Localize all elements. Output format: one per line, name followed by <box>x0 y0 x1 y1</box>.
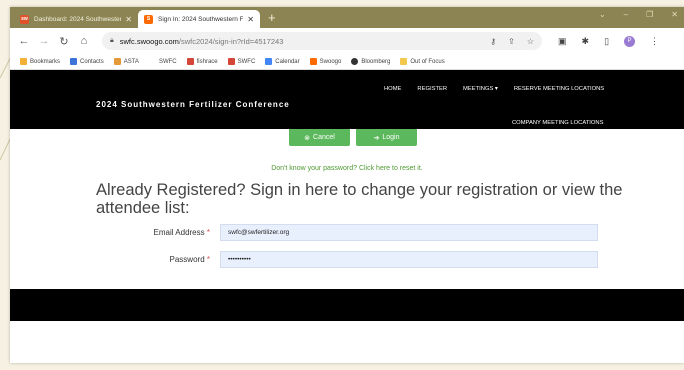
swfc-icon <box>148 58 156 65</box>
url-host: swfc.swoogo.com <box>119 36 179 46</box>
login-icon: ➜ <box>373 134 380 142</box>
window-controls: ⌄ – ❐ ✕ <box>599 10 678 19</box>
bookmark-item[interactable]: Bloomberg <box>351 58 390 65</box>
close-icon[interactable]: ✕ <box>125 15 132 24</box>
browser-window: sw Dashboard: 2024 Southwestern ✕ S Sign… <box>10 7 684 363</box>
password-label: Password * <box>169 255 210 264</box>
address-toolbar: ← → ↻ ⌂ 🔒︎ swfc.swoogo.com/swfc2024/sign… <box>10 28 684 54</box>
restore-icon[interactable]: ❐ <box>646 10 653 19</box>
site-title[interactable]: 2024 Southwestern Fertilizer Conference <box>96 100 290 109</box>
nav-reserve-meeting-locations[interactable]: RESERVE MEETING LOCATIONS <box>514 86 604 92</box>
password-field[interactable]: •••••••••• <box>220 251 598 268</box>
tab-dashboard[interactable]: sw Dashboard: 2024 Southwestern ✕ <box>14 10 138 28</box>
gmail-icon <box>227 58 235 65</box>
key-icon[interactable]: ⚷ <box>490 37 496 46</box>
swoogo-icon: S <box>144 14 153 24</box>
sign-in-form: ⊗ Cancel ➜ Login Don't know your passwor… <box>10 129 684 289</box>
asta-icon <box>113 58 121 65</box>
reload-icon[interactable]: ↻ <box>54 35 74 48</box>
bookmark-item[interactable]: Contacts <box>70 58 104 65</box>
bookmark-item[interactable]: ASTA <box>113 58 139 65</box>
nav-meetings[interactable]: MEETINGS ▾ <box>463 86 498 92</box>
bookmark-item[interactable]: Out of Focus <box>400 58 445 65</box>
bloomberg-icon <box>351 58 359 65</box>
bookmark-item[interactable]: Calendar <box>265 58 300 65</box>
star-icon[interactable]: ☆ <box>527 37 534 46</box>
sw-logo-icon: sw <box>20 14 29 24</box>
bookmark-item[interactable]: fishrace <box>186 58 218 65</box>
main-nav: HOME REGISTER MEETINGS ▾ RESERVE MEETING… <box>384 86 604 92</box>
bookmark-item[interactable]: Swoogo <box>309 58 341 65</box>
email-row: Email Address * swfc@swfertilizer.org <box>10 224 598 241</box>
nav-home[interactable]: HOME <box>384 86 401 92</box>
gmail-icon <box>186 58 194 65</box>
nav-company-meeting-locations[interactable]: COMPANY MEETING LOCATIONS <box>512 120 603 126</box>
sidebar-icon[interactable]: ▯ <box>604 36 609 47</box>
forgot-password-link[interactable]: Don't know your password? Click here to … <box>10 165 684 172</box>
close-icon[interactable]: ✕ <box>247 15 254 24</box>
email-label: Email Address * <box>153 228 211 237</box>
new-tab-button[interactable]: + <box>268 10 276 28</box>
site-footer <box>10 289 684 321</box>
password-row: Password * •••••••••• <box>10 251 598 268</box>
email-field[interactable]: swfc@swfertilizer.org <box>220 224 598 241</box>
address-bar[interactable]: 🔒︎ swfc.swoogo.com/swfc2024/sign-in?rId=… <box>102 32 542 50</box>
form-buttons: ⊗ Cancel ➜ Login <box>289 129 417 146</box>
folder-icon <box>20 58 27 65</box>
calendar-icon <box>265 58 273 65</box>
tab-title: Dashboard: 2024 Southwestern <box>34 15 122 23</box>
url-path: /swfc2024/sign-in?rId=4517243 <box>178 36 284 46</box>
swoogo-icon <box>309 58 317 65</box>
bookmark-item[interactable]: SWFC <box>227 58 255 65</box>
lock-icon[interactable]: 🔒︎ <box>110 37 114 45</box>
contacts-icon <box>70 58 78 65</box>
puzzle-icon[interactable]: ✱ <box>582 36 590 47</box>
extension-icon[interactable]: ▣ <box>558 36 567 47</box>
tab-strip: sw Dashboard: 2024 Southwestern ✕ S Sign… <box>10 7 684 28</box>
close-window-icon[interactable]: ✕ <box>671 10 678 19</box>
profile-avatar-icon[interactable]: P <box>624 35 636 47</box>
cancel-button[interactable]: ⊗ Cancel <box>289 129 350 146</box>
site-header: 2024 Southwestern Fertilizer Conference … <box>10 70 684 129</box>
back-icon[interactable]: ← <box>14 35 34 47</box>
bookmark-item[interactable]: SWFC <box>148 58 177 65</box>
toolbar-actions: ▣ ✱ ▯ P ⋮ <box>558 35 659 47</box>
chevron-down-icon[interactable]: ⌄ <box>599 10 606 19</box>
bookmark-item[interactable]: Bookmarks <box>20 58 60 65</box>
tab-sign-in[interactable]: S Sign In: 2024 Southwestern F ✕ <box>138 10 260 28</box>
required-marker: * <box>206 255 210 264</box>
bookmarks-bar: Bookmarks Contacts ASTA SWFC fishrace SW… <box>10 54 684 70</box>
forward-icon[interactable]: → <box>34 35 54 47</box>
cancel-circle-icon: ⊗ <box>304 134 311 142</box>
home-icon[interactable]: ⌂ <box>74 35 94 47</box>
minimize-icon[interactable]: – <box>624 10 628 19</box>
required-marker: * <box>206 228 210 237</box>
menu-icon[interactable]: ⋮ <box>650 36 659 47</box>
folder-icon <box>400 58 408 65</box>
tab-title: Sign In: 2024 Southwestern F <box>158 15 244 23</box>
page-heading: Already Registered? Sign in here to chan… <box>96 181 623 217</box>
share-icon[interactable]: ⇪ <box>508 37 515 46</box>
nav-register[interactable]: REGISTER <box>417 86 447 92</box>
login-button[interactable]: ➜ Login <box>356 129 417 146</box>
